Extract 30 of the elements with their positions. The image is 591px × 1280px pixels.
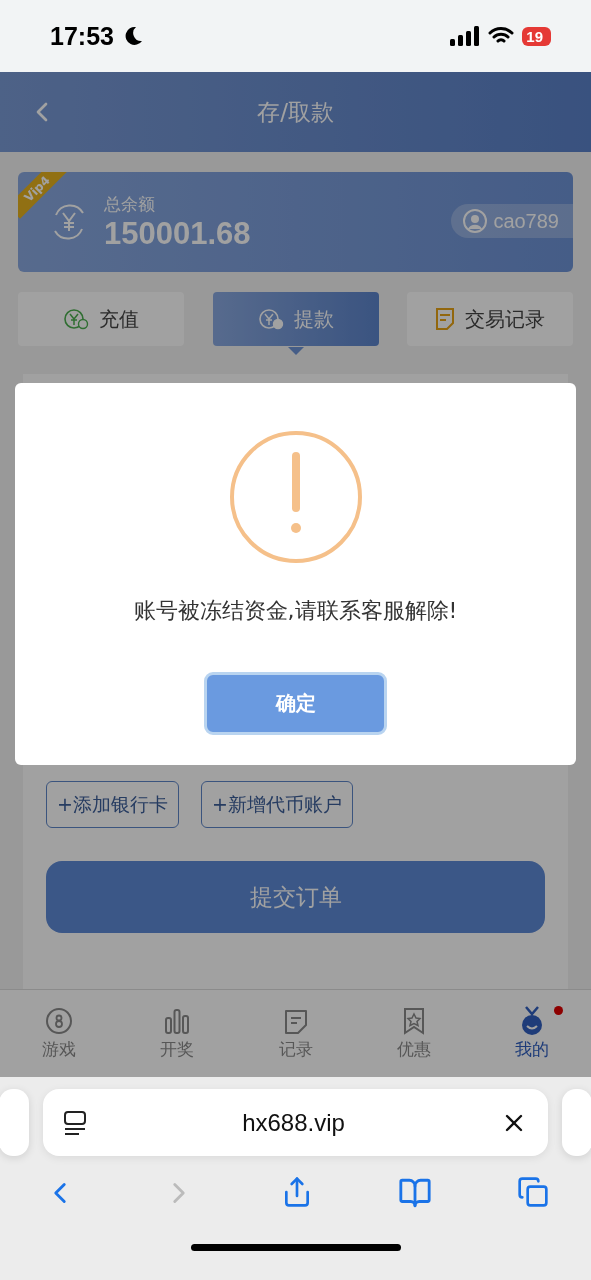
nav-item[interactable]: 开奖 [118, 990, 237, 1077]
confirm-button[interactable]: 确定 [204, 672, 387, 735]
user-icon [463, 209, 488, 233]
book-icon[interactable] [397, 1176, 432, 1210]
nav-item[interactable]: 优惠 [354, 990, 473, 1077]
balance-amount: 150001.68 [104, 215, 251, 252]
tab[interactable]: 交易记录 [407, 292, 573, 346]
battery-level: 19 [522, 26, 551, 46]
page-title: 存/取款 [257, 97, 334, 127]
reader-icon[interactable] [63, 1109, 87, 1136]
yen-coin-icon [257, 307, 284, 331]
nav-item[interactable]: 记录 [236, 990, 355, 1077]
add-account-button[interactable]: +添加银行卡 [46, 781, 179, 828]
clock-time: 17:53 [50, 21, 114, 51]
document-icon [435, 307, 455, 331]
tab-pointer [287, 347, 304, 355]
alert-message: 账号被冻结资金,请联系客服解除! [133, 597, 458, 625]
address-bar[interactable]: hx688.vip [43, 1089, 548, 1156]
tabs-icon[interactable] [516, 1176, 549, 1210]
nav-item[interactable]: 我的 [472, 990, 591, 1077]
warning-icon [228, 430, 363, 564]
tab[interactable]: 充值 [18, 292, 184, 346]
signal-icon [450, 26, 481, 46]
yen-coin-icon [63, 307, 89, 331]
balance-label: 总余额 [104, 192, 156, 216]
add-account-button[interactable]: +新增代币账户 [200, 781, 353, 828]
submit-button[interactable]: 提交订单 [46, 861, 545, 933]
ball-icon [44, 1006, 75, 1036]
nav-item[interactable]: 游戏 [0, 990, 119, 1077]
url-text: hx688.vip [242, 1108, 345, 1137]
